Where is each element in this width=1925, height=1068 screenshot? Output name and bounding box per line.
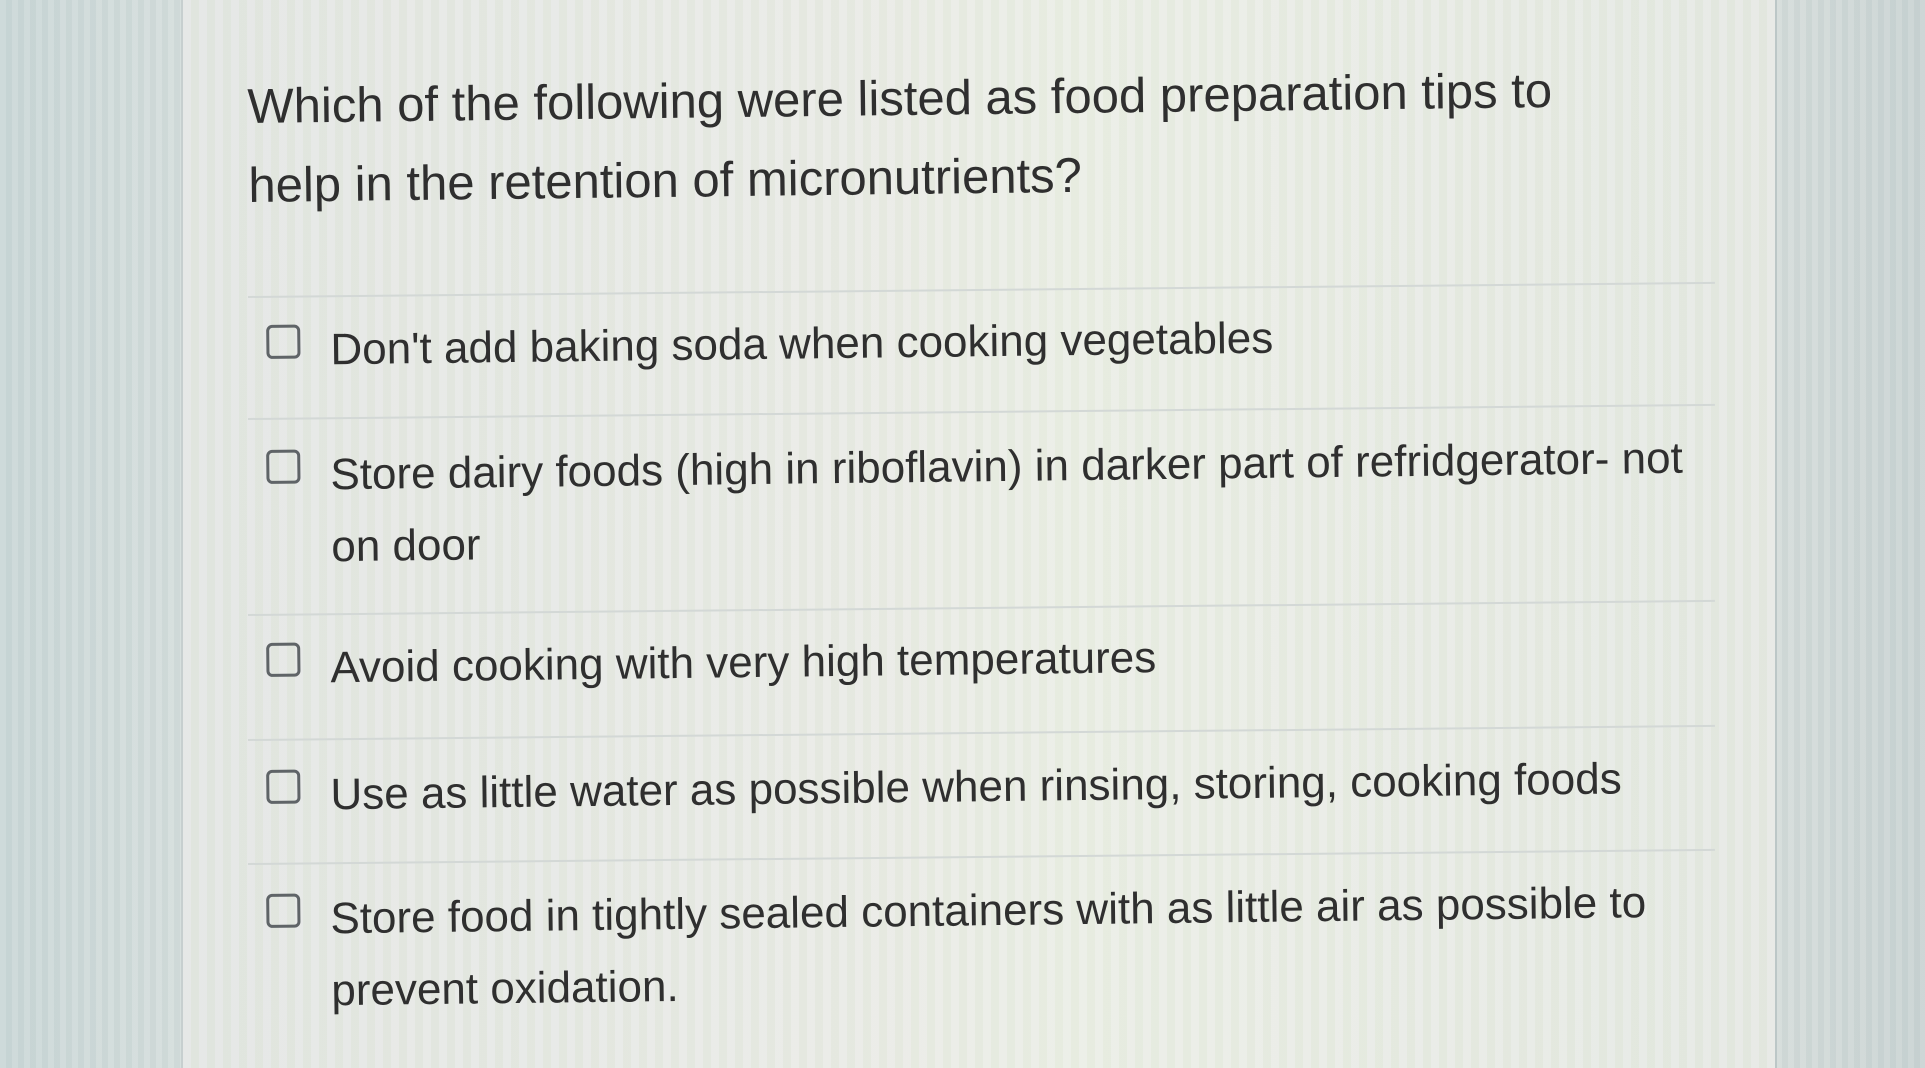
checkbox-icon[interactable]	[266, 324, 301, 359]
checkbox-icon[interactable]	[266, 449, 301, 484]
screen: Which of the following were listed as fo…	[0, 0, 1925, 1068]
right-border	[1775, 0, 1777, 1068]
checkbox-icon[interactable]	[266, 893, 301, 928]
option-label[interactable]: Store food in tightly sealed containers …	[330, 866, 1702, 1027]
checkbox-icon[interactable]	[266, 769, 301, 804]
checkbox-icon[interactable]	[266, 642, 301, 677]
option-label[interactable]: Store dairy foods (high in riboflavin) i…	[330, 422, 1702, 583]
question-text: Which of the following were listed as fo…	[247, 64, 1553, 213]
